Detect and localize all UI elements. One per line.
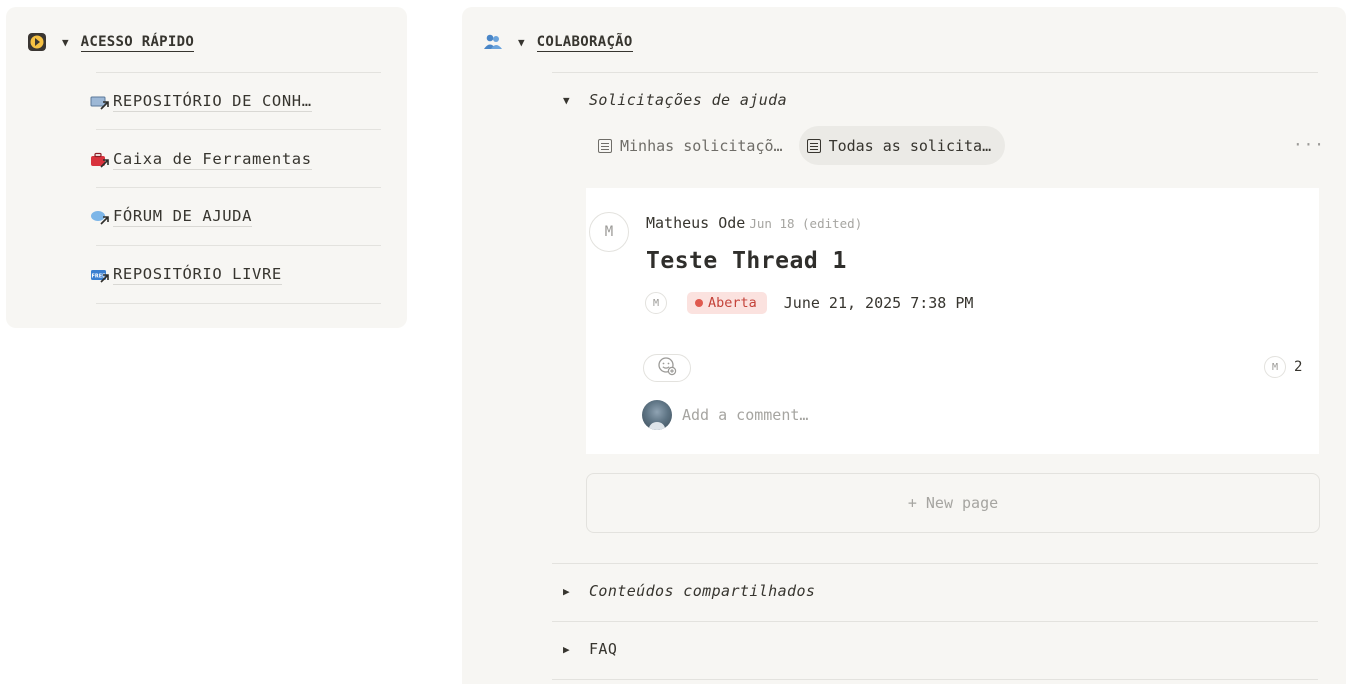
compass-icon <box>26 31 48 53</box>
quick-link-label[interactable]: REPOSITÓRIO LIVRE <box>113 264 282 285</box>
quick-link-caixa-ferramentas[interactable]: Caixa de Ferramentas <box>90 131 312 188</box>
quick-link-label[interactable]: REPOSITÓRIO DE CONH… <box>113 91 312 112</box>
quick-access-header[interactable]: ▼ ACESSO RÁPIDO <box>26 31 195 53</box>
collaboration-header[interactable]: ▼ COLABORAÇÃO <box>482 31 633 53</box>
free-badge-link-icon: FREE <box>90 267 110 283</box>
status-label: Aberta <box>708 295 757 311</box>
toolbox-link-icon <box>90 152 110 168</box>
people-icon <box>482 31 504 53</box>
divider <box>552 72 1318 73</box>
thread-title[interactable]: Teste Thread 1 <box>646 248 847 274</box>
list-view-icon <box>806 138 821 153</box>
quick-link-repositorio-livre[interactable]: FREE REPOSITÓRIO LIVRE <box>90 246 282 303</box>
emoji-add-icon <box>657 356 677 380</box>
quick-link-forum-ajuda[interactable]: FÓRUM DE AJUDA <box>90 188 253 245</box>
expanded-triangle-icon[interactable]: ▼ <box>563 94 589 107</box>
more-options-button[interactable]: ··· <box>1293 135 1325 154</box>
thread-author-line: Matheus Ode Jun 18 (edited) <box>646 214 862 232</box>
tab-todas-solicitacoes[interactable]: Todas as solicita… <box>798 126 1006 165</box>
divider <box>96 129 381 130</box>
commenter-avatar: M <box>1264 356 1286 378</box>
status-badge[interactable]: Aberta <box>687 292 767 314</box>
divider <box>552 621 1318 622</box>
assignee-avatar[interactable]: M <box>645 292 667 314</box>
comment-count-value: 2 <box>1294 359 1303 375</box>
post-meta: Jun 18 (edited) <box>749 216 863 231</box>
tab-label: Minhas solicitaçõ… <box>620 136 783 155</box>
toggle-solicitacoes[interactable]: ▼ Solicitações de ajuda <box>563 91 787 109</box>
speech-bubble-link-icon <box>90 209 110 225</box>
collapsed-triangle-icon[interactable]: ▶ <box>563 585 589 598</box>
toggle-conteudos[interactable]: ▶ Conteúdos compartilhados <box>563 582 815 600</box>
toggle-title[interactable]: Conteúdos compartilhados <box>589 582 815 600</box>
comment-composer[interactable]: Add a comment… <box>642 400 808 430</box>
divider <box>96 303 381 304</box>
current-user-avatar <box>642 400 672 430</box>
author-name[interactable]: Matheus Ode <box>646 214 745 232</box>
collapse-triangle-icon[interactable]: ▼ <box>62 36 69 49</box>
comment-count[interactable]: M 2 <box>1264 356 1302 378</box>
comment-input[interactable]: Add a comment… <box>682 406 808 424</box>
quick-link-label[interactable]: Caixa de Ferramentas <box>113 149 312 170</box>
view-tabs: Minhas solicitaçõ… Todas as solicita… <box>590 126 1006 165</box>
toggle-faq[interactable]: ▶ FAQ <box>563 640 617 658</box>
quick-link-repositorio-conhecimento[interactable]: REPOSITÓRIO DE CONH… <box>90 73 312 130</box>
tab-label: Todas as solicita… <box>828 136 992 155</box>
thread-properties: M Aberta June 21, 2025 7:38 PM <box>645 292 973 314</box>
add-reaction-button[interactable] <box>643 354 691 382</box>
collapsed-triangle-icon[interactable]: ▶ <box>563 643 589 656</box>
quick-link-label[interactable]: FÓRUM DE AJUDA <box>113 206 253 227</box>
toggle-title[interactable]: Solicitações de ajuda <box>589 91 787 109</box>
divider <box>552 563 1318 564</box>
collaboration-title[interactable]: COLABORAÇÃO <box>536 33 633 52</box>
tab-minhas-solicitacoes[interactable]: Minhas solicitaçõ… <box>590 126 797 165</box>
thread-date: June 21, 2025 7:38 PM <box>783 294 974 312</box>
list-view-icon <box>598 138 612 153</box>
collapse-triangle-icon[interactable]: ▼ <box>518 36 525 49</box>
new-page-button[interactable]: + New page <box>586 473 1320 533</box>
status-dot-icon <box>695 299 703 307</box>
monitor-link-icon <box>90 94 110 110</box>
divider <box>552 679 1318 680</box>
avatar: M <box>589 212 629 252</box>
quick-access-title[interactable]: ACESSO RÁPIDO <box>80 33 195 52</box>
toggle-title[interactable]: FAQ <box>589 640 617 658</box>
